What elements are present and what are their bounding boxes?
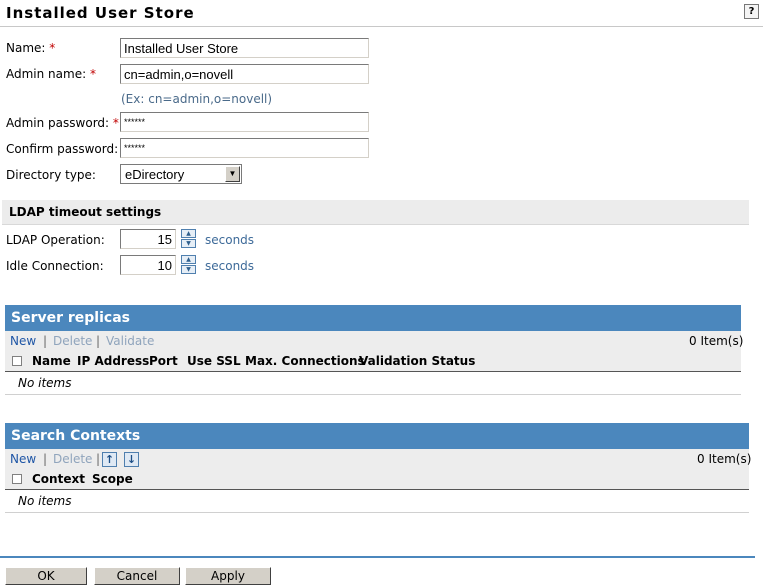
toolbar-separator: | — [43, 334, 48, 348]
toolbar-separator: | — [96, 334, 101, 348]
directory-type-select[interactable]: eDirectory ▼ — [120, 164, 242, 184]
page-title: Installed User Store — [6, 4, 195, 22]
title-divider — [0, 26, 763, 27]
idle-connection-input[interactable] — [120, 255, 176, 275]
spin-down-icon[interactable]: ▼ — [181, 239, 196, 248]
idle-connection-unit: seconds — [205, 259, 255, 273]
admin-password-label: Admin password: * — [6, 116, 119, 130]
idle-connection-label: Idle Connection: — [6, 259, 104, 273]
column-max-connections[interactable]: Max. Connections — [245, 354, 365, 368]
chevron-down-icon[interactable]: ▼ — [225, 166, 240, 182]
admin-name-input[interactable] — [120, 64, 369, 84]
cancel-button[interactable]: Cancel — [94, 567, 180, 585]
server-replicas-header: Server replicas — [5, 305, 741, 331]
replicas-delete-link[interactable]: Delete — [53, 334, 92, 348]
admin-name-hint: (Ex: cn=admin,o=novell) — [121, 92, 273, 106]
required-mark: * — [112, 116, 119, 130]
replicas-bottom-rule — [5, 394, 741, 395]
spin-up-icon[interactable]: ▲ — [181, 255, 196, 264]
contexts-empty-message: No items — [18, 494, 72, 508]
contexts-delete-link[interactable]: Delete — [53, 452, 92, 466]
search-contexts-header: Search Contexts — [5, 423, 749, 449]
column-context[interactable]: Context — [32, 472, 85, 486]
ldap-operation-input[interactable] — [120, 229, 176, 249]
replicas-new-link[interactable]: New — [10, 334, 36, 348]
replicas-item-count: 0 Item(s) — [689, 334, 744, 348]
admin-password-input[interactable] — [120, 112, 369, 132]
column-scope[interactable]: Scope — [92, 472, 133, 486]
replicas-select-all-checkbox[interactable] — [12, 356, 22, 366]
name-input[interactable] — [120, 38, 369, 58]
confirm-password-label: Confirm password: * — [6, 142, 128, 156]
ldap-section-header: LDAP timeout settings — [2, 200, 749, 225]
directory-type-value: eDirectory — [125, 167, 185, 182]
confirm-password-input[interactable] — [120, 138, 369, 158]
toolbar-separator: | — [96, 452, 101, 466]
contexts-bottom-rule — [5, 512, 749, 513]
toolbar-separator: | — [43, 452, 48, 466]
admin-name-label: Admin name: * — [6, 67, 96, 81]
replicas-validate-link[interactable]: Validate — [106, 334, 154, 348]
ldap-operation-unit: seconds — [205, 233, 255, 247]
spin-down-icon[interactable]: ▼ — [181, 265, 196, 274]
spin-up-icon[interactable]: ▲ — [181, 229, 196, 238]
replicas-empty-message: No items — [18, 376, 72, 390]
idle-connection-spinner[interactable]: ▲ ▼ — [181, 255, 196, 275]
column-name[interactable]: Name — [32, 354, 71, 368]
move-up-icon[interactable]: ↑ — [102, 452, 117, 467]
ldap-operation-spinner[interactable]: ▲ ▼ — [181, 229, 196, 249]
directory-type-label: Directory type: — [6, 168, 96, 182]
contexts-new-link[interactable]: New — [10, 452, 36, 466]
required-mark: * — [49, 41, 56, 55]
move-down-icon[interactable]: ↓ — [124, 452, 139, 467]
footer-divider — [0, 556, 755, 558]
column-port[interactable]: Port — [149, 354, 178, 368]
help-button[interactable]: ? — [744, 4, 759, 19]
contexts-item-count: 0 Item(s) — [697, 452, 752, 466]
contexts-select-all-checkbox[interactable] — [12, 474, 22, 484]
required-mark: * — [89, 67, 96, 81]
column-ip-address[interactable]: IP Address — [77, 354, 149, 368]
ok-button[interactable]: OK — [5, 567, 87, 585]
apply-button[interactable]: Apply — [185, 567, 271, 585]
column-validation-status[interactable]: Validation Status — [359, 354, 475, 368]
name-label: Name: * — [6, 41, 56, 55]
ldap-operation-label: LDAP Operation: — [6, 233, 105, 247]
column-use-ssl[interactable]: Use SSL — [187, 354, 241, 368]
